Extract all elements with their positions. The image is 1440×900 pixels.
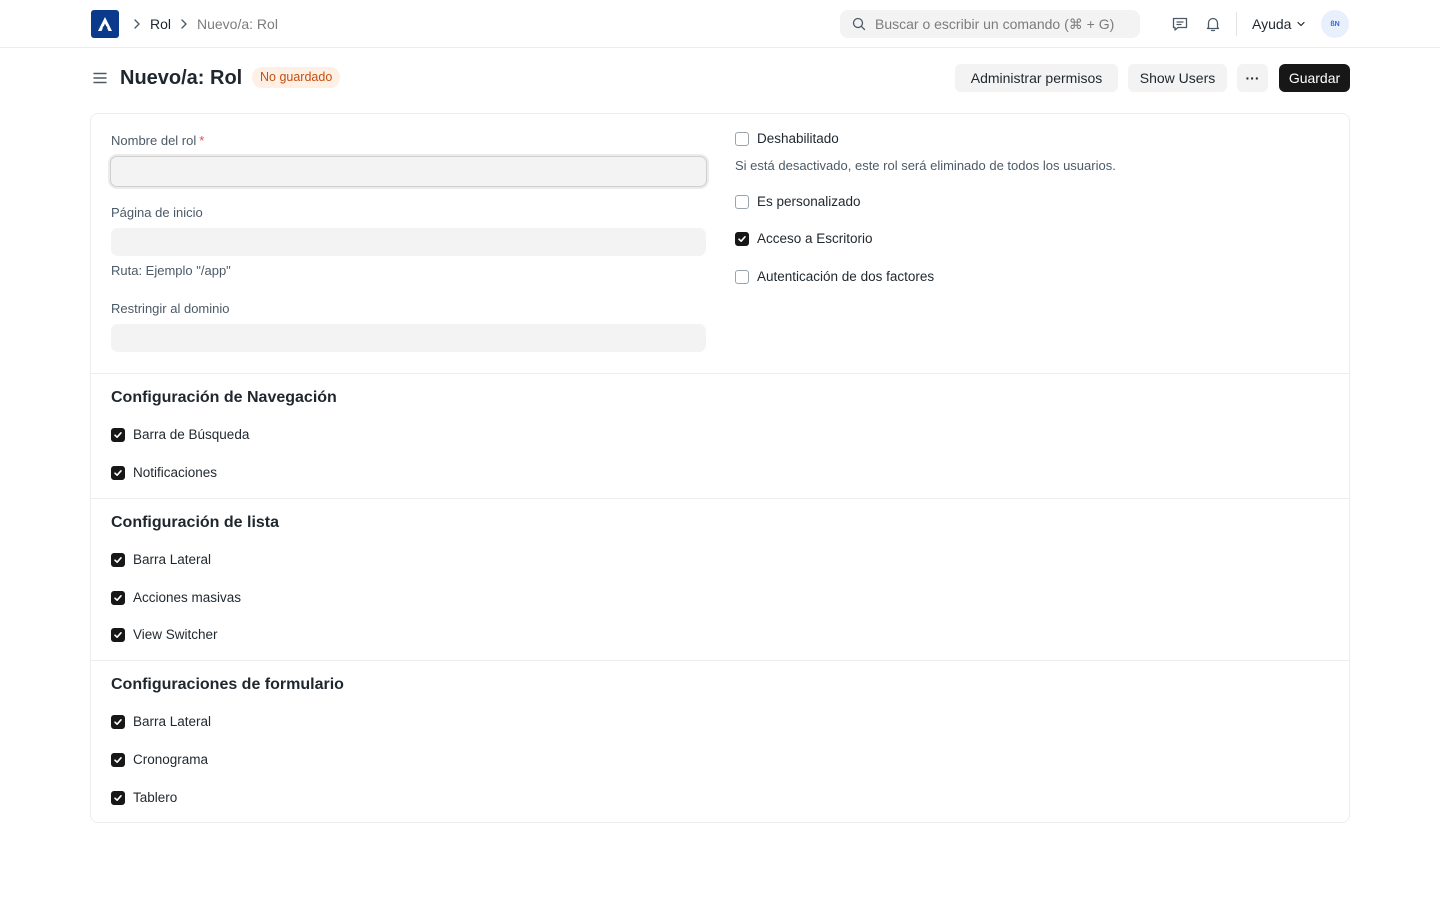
- avatar-initials: ßN: [1330, 20, 1340, 28]
- form-card: Nombre del rol * Página de inicio Ruta: E…: [90, 113, 1350, 823]
- required-mark: *: [199, 133, 205, 148]
- checkbox-label: Barra Lateral: [133, 714, 212, 729]
- list-sidebar-checkbox[interactable]: Barra Lateral: [111, 552, 211, 568]
- is-custom-checkbox[interactable]: Es personalizado: [735, 194, 861, 210]
- user-avatar[interactable]: ßN: [1321, 10, 1349, 38]
- checkbox-box[interactable]: [111, 553, 125, 567]
- check-icon: [114, 557, 122, 563]
- disabled-description: Si está desactivado, este rol será elimi…: [735, 158, 1116, 173]
- checkbox-label: Acciones masivas: [133, 590, 242, 605]
- dashboard-checkbox[interactable]: Tablero: [111, 790, 177, 806]
- role-name-label-text: Nombre del rol: [111, 133, 197, 148]
- checkbox-label: Acceso a Escritorio: [757, 231, 873, 246]
- checkbox-label: Tablero: [133, 790, 178, 805]
- chat-icon[interactable]: [1170, 14, 1190, 34]
- manage-permissions-button[interactable]: Administrar permisos: [955, 64, 1118, 92]
- chevron-down-icon: [1297, 21, 1306, 27]
- form-sidebar-checkbox[interactable]: Barra Lateral: [111, 714, 211, 730]
- check-icon: [114, 595, 122, 601]
- home-page-input[interactable]: [111, 228, 706, 256]
- section-divider: [91, 660, 1349, 661]
- checkbox-label: Deshabilitado: [757, 131, 839, 146]
- section-divider: [91, 373, 1349, 374]
- checkbox-box[interactable]: [111, 715, 125, 729]
- checkbox-label: Cronograma: [133, 752, 209, 767]
- desk-access-checkbox[interactable]: Acceso a Escritorio: [735, 231, 873, 247]
- chevron-right-icon: [134, 19, 140, 29]
- check-icon: [114, 432, 122, 438]
- check-icon: [114, 757, 122, 763]
- search-bar-checkbox[interactable]: Barra de Búsqueda: [111, 427, 249, 443]
- check-icon: [114, 470, 122, 476]
- section-divider: [91, 498, 1349, 499]
- awesomebar[interactable]: [840, 10, 1140, 38]
- checkbox-label: Es personalizado: [757, 194, 861, 209]
- checkbox-label: View Switcher: [133, 627, 218, 642]
- save-button[interactable]: Guardar: [1279, 64, 1350, 92]
- search-icon: [852, 17, 866, 31]
- navbar-divider: [1236, 12, 1237, 36]
- two-factor-auth-checkbox[interactable]: Autenticación de dos factores: [735, 269, 934, 285]
- bulk-actions-checkbox[interactable]: Acciones masivas: [111, 590, 241, 606]
- search-input[interactable]: [875, 16, 1137, 32]
- checkbox-box[interactable]: [111, 753, 125, 767]
- section-title-form: Configuraciones de formulario: [111, 676, 344, 693]
- checkbox-label: Autenticación de dos factores: [757, 269, 935, 284]
- checkbox-label: Barra de Búsqueda: [133, 427, 250, 442]
- disabled-checkbox[interactable]: Deshabilitado: [735, 131, 839, 147]
- check-icon: [114, 719, 122, 725]
- checkbox-box[interactable]: [735, 132, 749, 146]
- show-users-button[interactable]: Show Users: [1128, 64, 1227, 92]
- top-navbar: Rol Nuevo/a: Rol Ayuda ßN: [0, 0, 1440, 48]
- logo-icon: [98, 17, 112, 31]
- checkbox-box[interactable]: [735, 195, 749, 209]
- section-title-list: Configuración de lista: [111, 514, 280, 531]
- checkbox-box[interactable]: [735, 270, 749, 284]
- page-title: Nuevo/a: Rol: [120, 67, 243, 89]
- chevron-right-icon: [181, 19, 187, 29]
- sidebar-toggle-icon[interactable]: [91, 69, 109, 87]
- checkbox-box[interactable]: [111, 591, 125, 605]
- role-name-label: Nombre del rol *: [111, 133, 204, 149]
- help-dropdown[interactable]: Ayuda: [1252, 16, 1307, 32]
- checkbox-box[interactable]: [735, 232, 749, 246]
- help-label: Ayuda: [1252, 16, 1292, 32]
- check-icon: [114, 632, 122, 638]
- checkbox-label: Barra Lateral: [133, 552, 212, 567]
- role-name-input[interactable]: [110, 156, 707, 187]
- checkbox-box[interactable]: [111, 428, 125, 442]
- bell-icon[interactable]: [1203, 14, 1223, 34]
- section-title-navigation: Configuración de Navegación: [111, 389, 337, 406]
- breadcrumb-current: Nuevo/a: Rol: [197, 16, 278, 32]
- check-icon: [738, 236, 746, 242]
- restrict-domain-label: Restringir al dominio: [111, 301, 230, 316]
- checkbox-label: Notificaciones: [133, 465, 218, 480]
- status-badge: No guardado: [252, 67, 341, 88]
- checkbox-box[interactable]: [111, 628, 125, 642]
- timeline-checkbox[interactable]: Cronograma: [111, 752, 208, 768]
- app-logo[interactable]: [91, 10, 119, 38]
- home-page-label: Página de inicio: [111, 205, 203, 220]
- more-actions-button[interactable]: ···: [1237, 64, 1268, 92]
- notifications-checkbox[interactable]: Notificaciones: [111, 465, 217, 481]
- checkbox-box[interactable]: [111, 791, 125, 805]
- home-page-description: Ruta: Ejemplo "/app": [111, 263, 231, 278]
- restrict-domain-input[interactable]: [111, 324, 706, 352]
- checkbox-box[interactable]: [111, 466, 125, 480]
- view-switcher-checkbox[interactable]: View Switcher: [111, 627, 218, 643]
- check-icon: [114, 795, 122, 801]
- breadcrumb-rol[interactable]: Rol: [150, 16, 171, 32]
